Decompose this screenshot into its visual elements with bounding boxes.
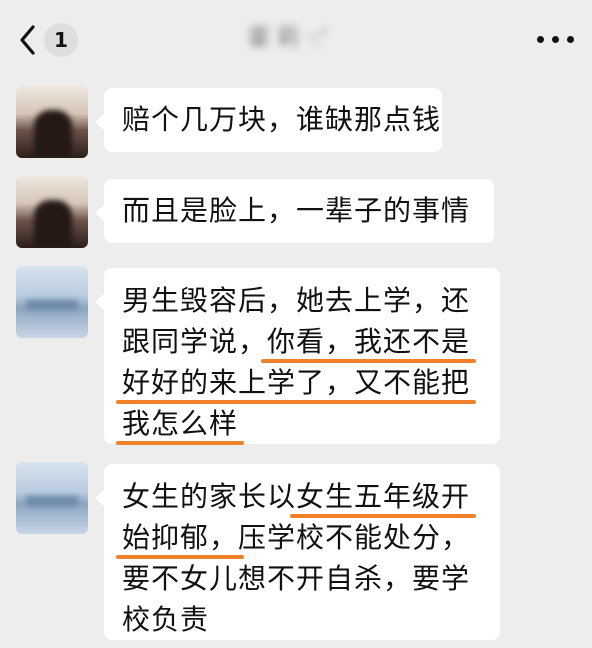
back-button[interactable]: 1 bbox=[18, 20, 78, 60]
message-line: 而且是脸上，一辈子的事情 bbox=[122, 190, 476, 231]
message-line: 好好的来上学了，又不能把 bbox=[122, 362, 482, 403]
message-bubble[interactable]: 而且是脸上，一辈子的事情 bbox=[95, 179, 494, 243]
more-dot-icon bbox=[537, 36, 544, 43]
message-line: 男生毁容后，她去上学，还 bbox=[122, 280, 482, 321]
highlighted-text: 始抑郁， bbox=[122, 521, 239, 554]
chevron-left-icon bbox=[20, 25, 35, 55]
chat-header: 1 霍 莉 ·:‘ bbox=[0, 0, 592, 78]
avatar[interactable] bbox=[16, 86, 88, 158]
message-line: 赔个几万块，谁缺那点钱 bbox=[122, 99, 440, 140]
message-bubble[interactable]: 女生的家长以女生五年级开 始抑郁，压学校不能处分， 要不女儿想不开自杀，要学 校… bbox=[95, 464, 500, 640]
more-dot-icon bbox=[567, 36, 574, 43]
highlighted-text: 好好的来上学了，又不能把 bbox=[122, 366, 471, 399]
more-dot-icon bbox=[552, 36, 559, 43]
message-line: 女生的家长以女生五年级开 bbox=[122, 476, 482, 517]
highlighted-text: 我怎么样 bbox=[122, 407, 239, 440]
message-bubble[interactable]: 赔个几万块，谁缺那点钱 bbox=[95, 88, 442, 152]
avatar[interactable] bbox=[16, 462, 88, 534]
message-bubble[interactable]: 男生毁容后，她去上学，还 跟同学说，你看，我还不是 好好的来上学了，又不能把 我… bbox=[95, 268, 500, 444]
message-line: 跟同学说，你看，我还不是 bbox=[122, 321, 482, 362]
message-line: 要不女儿想不开自杀，要学 bbox=[122, 558, 482, 599]
message-text: 校负责 bbox=[122, 603, 210, 636]
avatar[interactable] bbox=[16, 266, 88, 338]
message-line: 我怎么样 bbox=[122, 403, 482, 444]
message-text: 而且是脸上，一辈子的事情 bbox=[122, 194, 471, 227]
more-options-button[interactable] bbox=[537, 36, 574, 43]
message-line: 始抑郁，压学校不能处分， bbox=[122, 517, 482, 558]
highlighted-text: 女生五年级开 bbox=[296, 480, 471, 513]
message-text: 压学校不能处分， bbox=[238, 521, 471, 554]
message-text: 赔个几万块，谁缺那点钱 bbox=[122, 103, 442, 136]
highlighted-text: 你看，我还不是 bbox=[267, 325, 471, 358]
message-text: 女生的家长以 bbox=[122, 480, 297, 513]
message-line: 校负责 bbox=[122, 599, 482, 640]
unread-count-badge: 1 bbox=[44, 23, 78, 57]
chat-title: 霍 莉 ·:‘ bbox=[248, 26, 328, 51]
message-text: 男生毁容后，她去上学，还 bbox=[122, 284, 471, 317]
message-text: 跟同学说， bbox=[122, 325, 268, 358]
avatar[interactable] bbox=[16, 176, 88, 248]
message-text: 要不女儿想不开自杀，要学 bbox=[122, 562, 471, 595]
